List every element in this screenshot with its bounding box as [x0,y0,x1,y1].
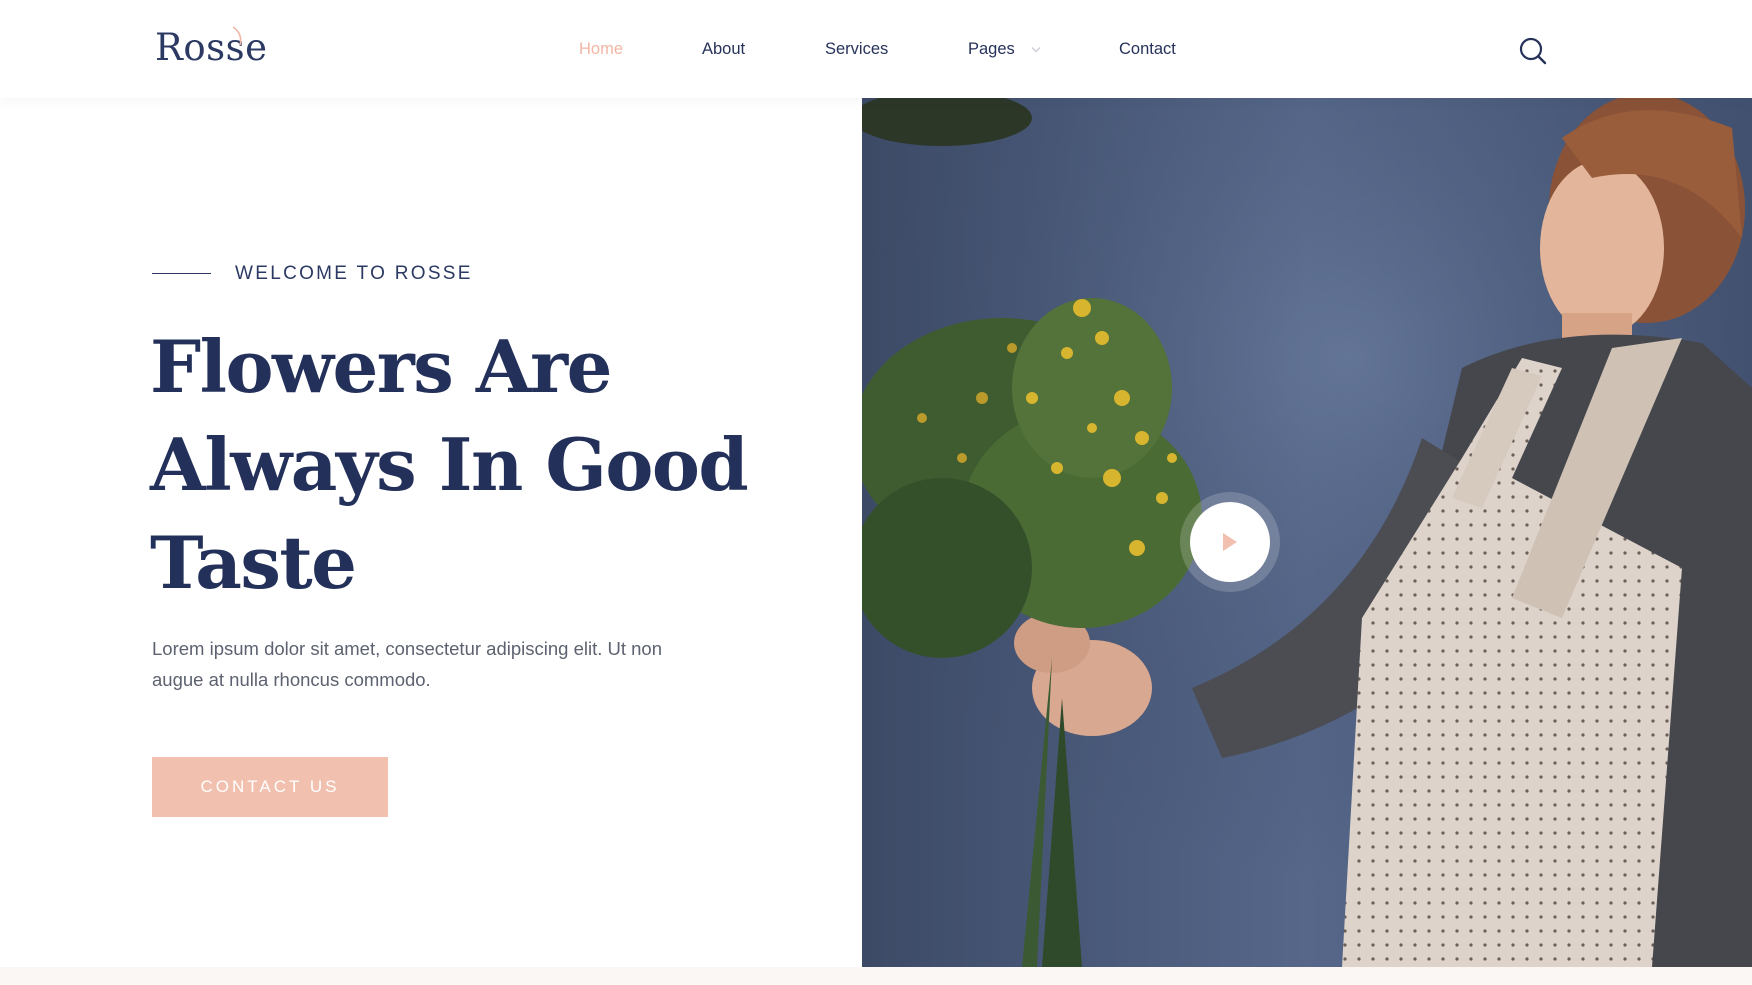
play-icon [1223,533,1237,551]
hero-description: Lorem ipsum dolor sit amet, consectetur … [152,638,663,690]
nav-item-pages[interactable]: Pages [968,38,1015,60]
section-divider [0,967,1752,985]
logo-leaf-icon [232,26,242,46]
brand-logo[interactable]: Rosse [155,20,268,76]
search-icon[interactable] [1518,36,1548,66]
nav-item-about[interactable]: About [702,38,745,60]
eyebrow-divider [152,273,211,274]
hero-image [862,98,1752,967]
nav-item-contact[interactable]: Contact [1119,38,1176,60]
hero-title-line: Flowers Are [150,324,612,409]
florist-photo [862,98,1752,967]
play-button-inner [1190,502,1270,582]
hero-title-line: Always In Good [150,422,749,507]
nav-item-home[interactable]: Home [579,38,623,60]
video-play-button[interactable] [1180,492,1280,592]
nav-item-services[interactable]: Services [825,38,888,60]
hero-title-line: Taste [150,520,357,605]
chevron-down-icon[interactable] [1031,46,1041,53]
contact-us-button[interactable]: CONTACT US [152,757,388,817]
site-header: Rosse Home About Services Pages Contact [0,0,1752,98]
hero-eyebrow: WELCOME TO ROSSE [235,263,473,284]
hero-title: Flowers Are Always In Good Taste [150,318,750,612]
